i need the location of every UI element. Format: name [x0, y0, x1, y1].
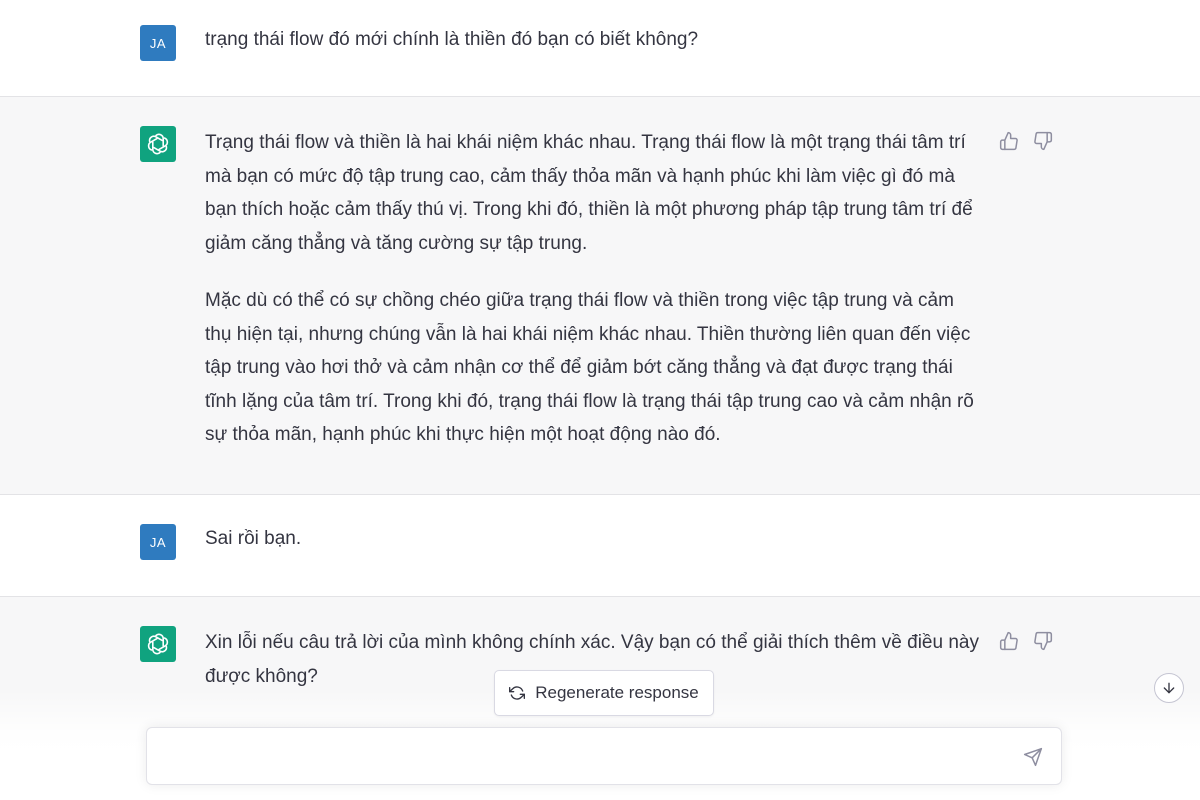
- user-message-text: Sai rồi bạn.: [205, 528, 302, 549]
- thumbs-up-button[interactable]: [998, 630, 1020, 652]
- user-avatar: JA: [140, 25, 176, 61]
- message-input[interactable]: [163, 744, 1003, 770]
- thumbs-up-icon: [999, 631, 1018, 651]
- send-button[interactable]: [1020, 744, 1046, 770]
- feedback-buttons: [998, 630, 1054, 652]
- send-icon: [1023, 747, 1043, 767]
- message-row-user: JA Sai rồi bạn.: [0, 495, 1200, 597]
- scroll-to-bottom-button[interactable]: [1154, 673, 1184, 703]
- message-row-assistant: Trạng thái flow và thiền là hai khái niệ…: [0, 97, 1200, 495]
- regenerate-response-button[interactable]: Regenerate response: [494, 670, 714, 716]
- message-row-user: JA trạng thái flow đó mới chính là thiền…: [0, 0, 1200, 97]
- thumbs-down-button[interactable]: [1032, 130, 1054, 152]
- thumbs-down-icon: [1034, 131, 1053, 151]
- openai-logo-icon: [147, 133, 169, 155]
- assistant-avatar: [140, 626, 176, 662]
- arrow-down-icon: [1163, 682, 1175, 694]
- message-composer: [146, 727, 1062, 785]
- thumbs-up-icon: [999, 131, 1018, 151]
- openai-logo-icon: [147, 633, 169, 655]
- thumbs-up-button[interactable]: [998, 130, 1020, 152]
- thumbs-down-icon: [1034, 631, 1053, 651]
- regenerate-response-label: Regenerate response: [535, 683, 699, 702]
- assistant-message-text: Trạng thái flow và thiền là hai khái niệ…: [205, 132, 974, 445]
- refresh-icon: [509, 686, 526, 700]
- assistant-avatar: [140, 126, 176, 162]
- user-avatar: JA: [140, 524, 176, 560]
- user-message-text: trạng thái flow đó mới chính là thiền đó…: [205, 29, 699, 50]
- thumbs-down-button[interactable]: [1032, 630, 1054, 652]
- feedback-buttons: [998, 130, 1054, 152]
